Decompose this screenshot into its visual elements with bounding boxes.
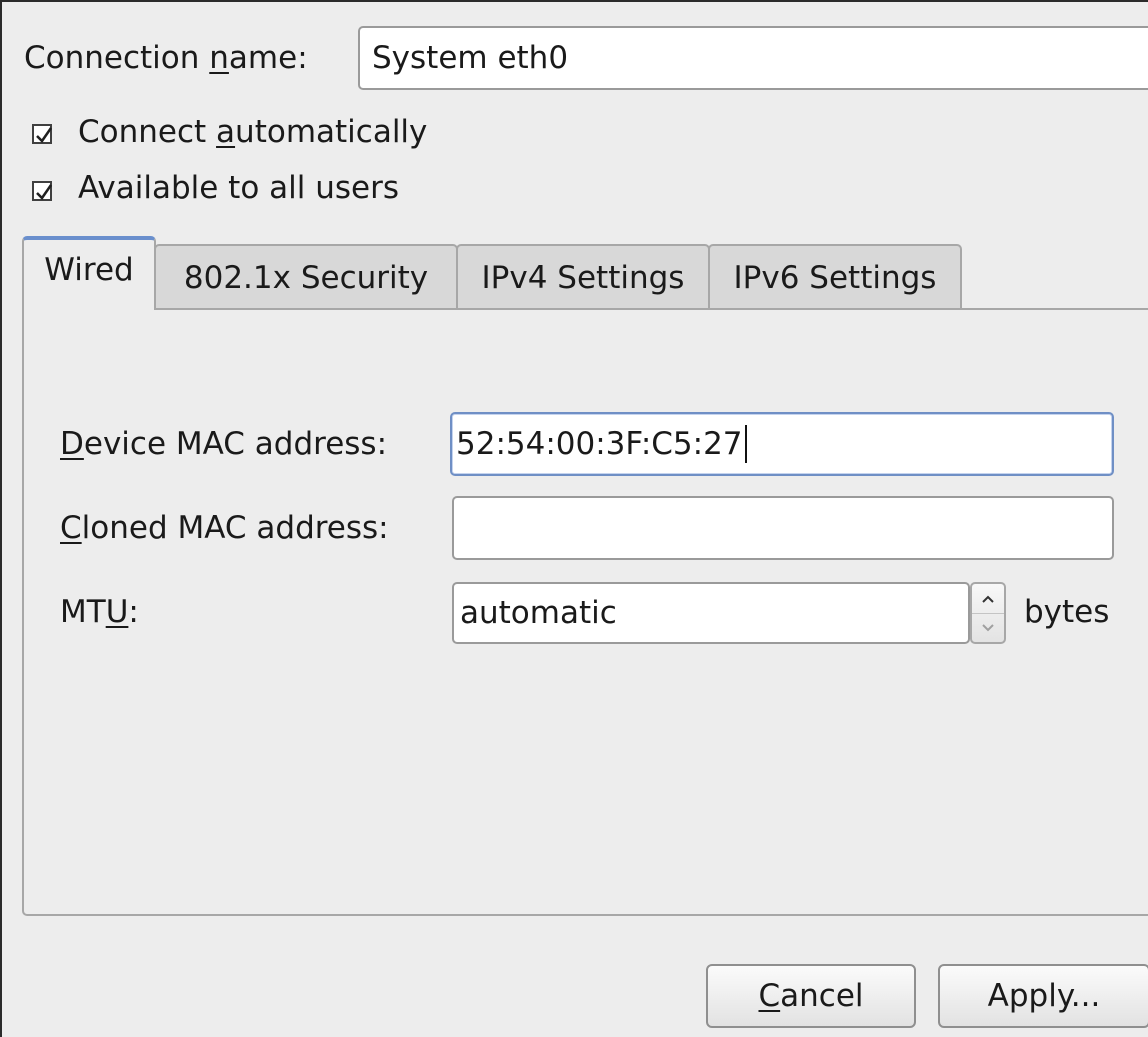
- cloned-mac-input[interactable]: [452, 496, 1114, 560]
- mtu-spin-buttons: [970, 582, 1006, 644]
- device-mac-input[interactable]: 52:54:00:3F:C5:27: [450, 412, 1114, 476]
- connection-name-value: System eth0: [372, 40, 569, 76]
- device-mac-label-mnemonic: D: [60, 426, 84, 462]
- device-mac-value: 52:54:00:3F:C5:27: [456, 426, 743, 462]
- mtu-input[interactable]: automatic: [452, 582, 970, 644]
- apply-button[interactable]: Apply...: [938, 964, 1148, 1028]
- tab-802-1x-security[interactable]: 802.1x Security: [154, 244, 458, 310]
- device-mac-label-text: evice MAC address:: [83, 426, 388, 462]
- tab-wired[interactable]: Wired: [22, 236, 156, 310]
- connect-automatically-text-end: utomatically: [235, 114, 428, 150]
- device-mac-label: Device MAC address:: [60, 426, 387, 462]
- check-icon: [36, 127, 53, 143]
- chevron-up-icon: [982, 595, 994, 603]
- cloned-mac-label-mnemonic: C: [60, 510, 82, 546]
- mtu-label-mnemonic: U: [105, 594, 129, 630]
- connection-name-label-text: Connection: [24, 40, 210, 76]
- connection-name-input[interactable]: System eth0: [358, 26, 1148, 90]
- connect-automatically-text: Connect: [78, 114, 217, 150]
- check-icon: [36, 184, 53, 200]
- cloned-mac-label-text: loned MAC address:: [81, 510, 389, 546]
- tab-wired-label: Wired: [44, 252, 134, 288]
- mtu-label-text-end: :: [128, 594, 139, 630]
- mtu-value: automatic: [460, 595, 617, 631]
- mtu-label: MTU:: [60, 594, 139, 630]
- mtu-label-text: MT: [60, 594, 106, 630]
- connection-name-label: Connection name:: [24, 40, 308, 76]
- mtu-decrement-button[interactable]: [972, 613, 1004, 642]
- available-to-all-users-checkbox[interactable]: [32, 181, 53, 201]
- cancel-button-mnemonic: C: [758, 978, 781, 1014]
- connection-editor-window: Connection name: System eth0 Connect aut…: [0, 0, 1148, 1037]
- tab-ipv4-settings-label: IPv4 Settings: [481, 260, 685, 296]
- connection-name-label-mnemonic: n: [209, 40, 229, 76]
- apply-button-label: Apply...: [987, 978, 1101, 1014]
- mtu-increment-button[interactable]: [972, 584, 1004, 614]
- text-caret: [744, 425, 747, 463]
- tab-ipv4-settings[interactable]: IPv4 Settings: [456, 244, 710, 310]
- cloned-mac-label: Cloned MAC address:: [60, 510, 389, 546]
- connection-name-label-text-end: ame:: [228, 40, 308, 76]
- chevron-down-icon: [982, 623, 994, 631]
- tab-ipv6-settings-label: IPv6 Settings: [733, 260, 937, 296]
- tab-802-1x-security-label: 802.1x Security: [183, 260, 429, 296]
- mtu-unit-label: bytes: [1024, 594, 1110, 630]
- connect-automatically-checkbox[interactable]: [32, 124, 53, 144]
- connect-automatically-mnemonic: a: [216, 114, 236, 150]
- tab-ipv6-settings[interactable]: IPv6 Settings: [708, 244, 962, 310]
- active-tab-join: [24, 306, 152, 312]
- connect-automatically-label[interactable]: Connect automatically: [78, 114, 427, 150]
- cancel-button-label: ancel: [780, 978, 864, 1014]
- available-to-all-users-label[interactable]: Available to all users: [78, 170, 399, 206]
- cancel-button[interactable]: Cancel: [706, 964, 916, 1028]
